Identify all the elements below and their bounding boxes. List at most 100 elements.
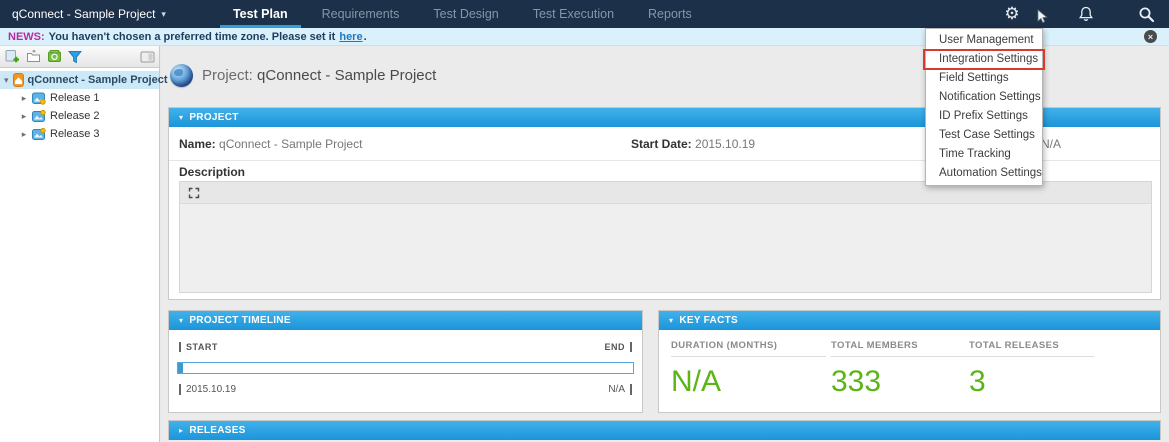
caret-right-icon: ▸ bbox=[179, 426, 184, 435]
fact-total-releases: TOTAL RELEASES 3 bbox=[969, 340, 1094, 399]
key-facts-panel: ▾ KEY FACTS DURATION (MONTHS) N/A TOTAL … bbox=[658, 310, 1161, 413]
project-selector[interactable]: qConnect - Sample Project ▾ bbox=[0, 0, 178, 28]
settings-dropdown-menu: User Management Integration Settings Fie… bbox=[923, 28, 1045, 186]
caret-right-icon[interactable]: ▸ bbox=[20, 111, 28, 122]
fact-duration: DURATION (MONTHS) N/A bbox=[671, 340, 826, 399]
timeline-end-label: END bbox=[604, 342, 632, 352]
description-editor[interactable] bbox=[179, 181, 1152, 293]
news-message: You haven't chosen a preferred time zone… bbox=[48, 30, 336, 43]
fact-total-members-label: TOTAL MEMBERS bbox=[831, 340, 976, 357]
tree-item-release-1[interactable]: ▸ Release 1 bbox=[0, 89, 159, 107]
menu-item-test-case-settings[interactable]: Test Case Settings bbox=[926, 126, 1042, 145]
release-icon bbox=[32, 92, 46, 105]
key-facts-panel-title: KEY FACTS bbox=[679, 315, 738, 326]
releases-panel-header[interactable]: ▸ RELEASES bbox=[169, 421, 1160, 440]
fact-total-releases-label: TOTAL RELEASES bbox=[969, 340, 1094, 357]
project-tree-sidebar: ▾ qConnect - Sample Project ▸ Release 1 … bbox=[0, 46, 168, 442]
releases-panel: ▸ RELEASES bbox=[168, 420, 1161, 440]
page-title-project-name: qConnect - Sample Project bbox=[257, 67, 437, 84]
project-tree: ▾ qConnect - Sample Project ▸ Release 1 … bbox=[0, 68, 168, 143]
release-icon bbox=[32, 109, 46, 122]
caret-down-icon: ▾ bbox=[179, 113, 184, 122]
page-header: Project: qConnect - Sample Project bbox=[170, 64, 436, 87]
page-title-prefix: Project: bbox=[202, 67, 253, 84]
timeline-start-date: 2015.10.19 bbox=[179, 384, 236, 395]
timeline-end-date: N/A bbox=[608, 384, 632, 395]
timeline-progress-bar bbox=[177, 362, 634, 374]
tab-test-plan[interactable]: Test Plan bbox=[216, 0, 305, 28]
page-title: Project: qConnect - Sample Project bbox=[202, 67, 436, 84]
notifications-bell-icon[interactable] bbox=[1075, 3, 1097, 25]
gear-glyph: ⚙ bbox=[1004, 3, 1020, 24]
recycle-bin-icon[interactable] bbox=[45, 48, 63, 66]
field-name-label: Name: bbox=[179, 137, 216, 151]
tree-item-label: Release 3 bbox=[50, 128, 100, 140]
field-name: Name: qConnect - Sample Project bbox=[179, 137, 362, 151]
tab-requirements[interactable]: Requirements bbox=[305, 0, 417, 28]
bell-glyph bbox=[1078, 6, 1094, 21]
menu-item-notification-settings[interactable]: Notification Settings bbox=[926, 88, 1042, 107]
menu-item-integration-settings-label: Integration Settings bbox=[939, 53, 1039, 65]
fact-duration-value: N/A bbox=[671, 365, 722, 398]
tree-root-label: qConnect - Sample Project bbox=[27, 74, 168, 86]
timeline-progress-fill bbox=[178, 363, 183, 373]
nav-icon-group: ⚙ bbox=[1001, 0, 1169, 28]
menu-item-id-prefix-settings[interactable]: ID Prefix Settings bbox=[926, 107, 1042, 126]
key-facts-body: DURATION (MONTHS) N/A TOTAL MEMBERS 333 … bbox=[659, 330, 1160, 414]
news-prefix: NEWS: bbox=[8, 30, 45, 43]
project-timeline-panel: ▾ PROJECT TIMELINE START END 2015.10.19 … bbox=[168, 310, 643, 413]
mouse-cursor-icon bbox=[1036, 9, 1049, 29]
timeline-start-label: START bbox=[179, 342, 218, 352]
menu-item-time-tracking[interactable]: Time Tracking bbox=[926, 145, 1042, 164]
top-navigation-bar: qConnect - Sample Project ▾ Test Plan Re… bbox=[0, 0, 1169, 28]
menu-item-field-settings[interactable]: Field Settings bbox=[926, 69, 1042, 88]
news-suffix: . bbox=[363, 30, 367, 43]
release-icon bbox=[32, 127, 46, 140]
tree-item-release-2[interactable]: ▸ Release 2 bbox=[0, 107, 159, 125]
menu-item-user-management[interactable]: User Management bbox=[926, 31, 1042, 50]
project-selector-label: qConnect - Sample Project bbox=[12, 7, 156, 21]
caret-down-icon[interactable]: ▾ bbox=[4, 75, 9, 86]
settings-gear-icon[interactable]: ⚙ bbox=[1001, 3, 1023, 25]
menu-item-automation-settings[interactable]: Automation Settings bbox=[926, 164, 1042, 183]
caret-right-icon[interactable]: ▸ bbox=[20, 129, 28, 140]
main-tabs: Test Plan Requirements Test Design Test … bbox=[216, 0, 709, 28]
tab-reports[interactable]: Reports bbox=[631, 0, 709, 28]
caret-down-icon: ▾ bbox=[669, 316, 674, 325]
timeline-body: START END 2015.10.19 N/A bbox=[169, 330, 642, 414]
fact-total-members: TOTAL MEMBERS 333 bbox=[831, 340, 976, 399]
fact-duration-label: DURATION (MONTHS) bbox=[671, 340, 826, 357]
tab-test-design[interactable]: Test Design bbox=[416, 0, 515, 28]
tree-item-release-3[interactable]: ▸ Release 3 bbox=[0, 125, 159, 143]
timeline-panel-title: PROJECT TIMELINE bbox=[189, 315, 291, 326]
news-here-link[interactable]: here bbox=[339, 31, 362, 43]
expand-icon[interactable] bbox=[188, 187, 200, 199]
add-item-icon[interactable] bbox=[3, 48, 21, 66]
news-close-icon[interactable]: × bbox=[1144, 30, 1157, 43]
project-panel-title: PROJECT bbox=[189, 112, 239, 123]
collapse-panel-icon[interactable] bbox=[138, 48, 156, 66]
timeline-panel-header[interactable]: ▾ PROJECT TIMELINE bbox=[169, 311, 642, 330]
key-facts-panel-header[interactable]: ▾ KEY FACTS bbox=[659, 311, 1160, 330]
caret-down-icon: ▾ bbox=[161, 8, 166, 19]
tree-item-label: Release 1 bbox=[50, 92, 100, 104]
new-folder-icon[interactable] bbox=[24, 48, 42, 66]
menu-item-integration-settings[interactable]: Integration Settings bbox=[923, 49, 1045, 70]
tree-root-project[interactable]: ▾ qConnect - Sample Project bbox=[0, 71, 168, 89]
field-start-date: Start Date: 2015.10.19 bbox=[631, 137, 755, 151]
globe-icon bbox=[170, 64, 193, 87]
field-end-date-value: N/A bbox=[1041, 137, 1062, 151]
home-icon bbox=[12, 73, 24, 87]
tree-item-label: Release 2 bbox=[50, 110, 100, 122]
caret-right-icon[interactable]: ▸ bbox=[20, 93, 28, 104]
tree-toolbar bbox=[0, 46, 159, 68]
search-glyph bbox=[1139, 7, 1154, 22]
releases-panel-title: RELEASES bbox=[189, 425, 246, 436]
description-label: Description bbox=[179, 165, 246, 179]
field-end-date: N/A bbox=[1041, 137, 1061, 151]
fact-total-releases-value: 3 bbox=[969, 365, 986, 398]
tab-test-execution[interactable]: Test Execution bbox=[516, 0, 631, 28]
fact-total-members-value: 333 bbox=[831, 365, 882, 398]
filter-funnel-icon[interactable] bbox=[66, 48, 84, 66]
search-icon[interactable] bbox=[1135, 3, 1157, 25]
